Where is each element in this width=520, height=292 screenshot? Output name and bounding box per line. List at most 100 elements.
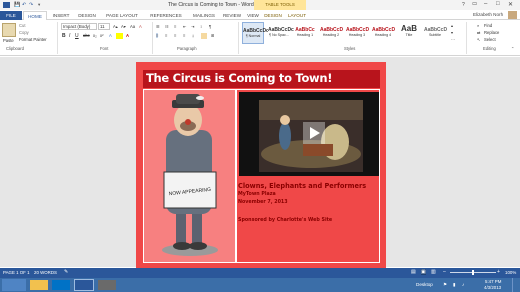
close-icon[interactable]: ✕ xyxy=(508,1,513,8)
shrink-font-icon[interactable]: A▾ xyxy=(121,24,126,29)
find-icon[interactable]: ⌕ xyxy=(477,23,479,28)
word-app-icon[interactable] xyxy=(3,2,10,8)
tab-home[interactable]: HOME xyxy=(23,11,47,20)
network-icon[interactable]: ▮ xyxy=(453,282,456,288)
change-case-icon[interactable]: Aa xyxy=(130,24,135,29)
align-center-icon[interactable]: ≡ xyxy=(165,33,167,38)
tray-flag-icon[interactable]: ⚑ xyxy=(443,282,447,288)
tab-design[interactable]: DESIGN xyxy=(75,11,99,20)
start-button[interactable] xyxy=(2,279,26,291)
line-spacing-icon[interactable]: ↨ xyxy=(192,33,194,38)
maximize-icon[interactable]: □ xyxy=(496,1,500,7)
superscript-icon[interactable]: x² xyxy=(100,33,104,38)
underline-icon[interactable]: U xyxy=(75,33,79,39)
style-subtitle[interactable]: AaBbCcD Subtitle xyxy=(424,22,447,44)
clown-figurine-image[interactable]: NOW APPEARING xyxy=(144,90,237,264)
proofing-icon[interactable]: ✎ xyxy=(64,269,68,275)
clock-time[interactable]: 5:47 PM xyxy=(485,279,501,284)
increase-indent-icon[interactable]: ⇥ xyxy=(191,24,195,29)
undo-icon[interactable]: ↶ xyxy=(22,2,26,8)
page-count[interactable]: PAGE 1 OF 1 xyxy=(3,270,30,275)
help-icon[interactable]: ? xyxy=(462,2,465,8)
zoom-in-icon[interactable]: + xyxy=(497,269,500,275)
bullets-icon[interactable]: ☰ xyxy=(156,24,160,29)
redo-icon[interactable]: ↷ xyxy=(29,2,33,8)
read-mode-icon[interactable]: ▤ xyxy=(411,269,416,275)
grow-font-icon[interactable]: A▴ xyxy=(113,24,118,29)
sort-icon[interactable]: ↕ xyxy=(200,24,202,29)
volume-icon[interactable]: ♪ xyxy=(462,282,464,287)
select-icon[interactable]: ↖ xyxy=(477,37,481,42)
shading-icon[interactable] xyxy=(201,33,207,39)
style-heading-3[interactable]: AaBbCcD Heading 3 xyxy=(346,22,369,44)
show-formatting-icon[interactable]: ¶ xyxy=(209,24,211,29)
font-family-select[interactable]: Impact (Body) xyxy=(61,23,97,30)
borders-icon[interactable]: ⊞ xyxy=(211,33,215,38)
italic-icon[interactable]: I xyxy=(69,33,70,39)
replace-button[interactable]: Replace xyxy=(484,30,499,35)
text-effects-icon[interactable]: A xyxy=(109,33,112,38)
styles-scroll-up-icon[interactable]: ▴ xyxy=(451,23,453,28)
align-left-icon[interactable]: ≡ xyxy=(156,33,159,38)
ribbon-display-icon[interactable]: ▭ xyxy=(472,1,477,7)
bold-icon[interactable]: B xyxy=(62,33,66,39)
word-taskbar-icon[interactable] xyxy=(74,279,94,291)
font-color-icon[interactable]: A xyxy=(126,33,129,38)
style-heading-4[interactable]: AaBbCcD Heading 4 xyxy=(372,22,395,44)
collapse-ribbon-icon[interactable]: ⌃ xyxy=(511,46,515,51)
select-button[interactable]: Select xyxy=(484,37,496,42)
zoom-slider-handle[interactable] xyxy=(472,270,474,275)
minimize-icon[interactable]: – xyxy=(484,1,487,7)
cut-button[interactable]: Cut xyxy=(19,23,26,28)
numbering-icon[interactable]: ☷ xyxy=(165,24,169,29)
clock-date[interactable]: 4/3/2013 xyxy=(484,285,501,290)
strikethrough-icon[interactable]: abc xyxy=(83,33,90,38)
style-heading-1[interactable]: AaBbCc Heading 1 xyxy=(294,22,316,44)
document-page[interactable]: The Circus is Coming to Town! NOW APPEAR… xyxy=(136,62,386,274)
user-name[interactable]: Elizabeth Norh xyxy=(473,12,503,17)
tab-insert[interactable]: INSERT xyxy=(49,11,73,20)
find-button[interactable]: Find xyxy=(484,23,492,28)
web-layout-icon[interactable]: ▥ xyxy=(431,269,436,275)
show-desktop-button[interactable] xyxy=(512,278,520,292)
tab-table-design[interactable]: DESIGN xyxy=(262,11,284,20)
tab-references[interactable]: REFERENCES xyxy=(145,11,187,20)
tab-review[interactable]: REVIEW xyxy=(220,11,244,20)
style-no-spacing[interactable]: AaBbCcDc ¶ No Spac... xyxy=(268,22,294,44)
style-heading-2[interactable]: AaBbCcD Heading 2 xyxy=(320,22,343,44)
outlook-icon[interactable] xyxy=(52,280,70,290)
replace-icon[interactable]: ⇄ xyxy=(477,30,481,35)
quick-access-customize-icon[interactable]: ▾ xyxy=(38,2,40,8)
decrease-indent-icon[interactable]: ⇤ xyxy=(183,24,187,29)
desktop-toolbar[interactable]: Desktop xyxy=(416,282,433,287)
font-size-select[interactable]: 11 xyxy=(98,23,110,30)
video-player[interactable] xyxy=(239,92,379,176)
media-app-icon[interactable] xyxy=(98,280,116,290)
style-title[interactable]: AaB Title xyxy=(398,22,420,44)
print-layout-icon[interactable]: ▣ xyxy=(421,269,426,275)
tab-mailings[interactable]: MAILINGS xyxy=(189,11,219,20)
style-normal[interactable]: AaBbCcDc ¶ Normal xyxy=(242,22,269,44)
file-explorer-icon[interactable] xyxy=(30,280,48,290)
styles-more-icon[interactable]: ⋯ xyxy=(451,37,455,42)
paste-button[interactable]: Paste xyxy=(3,38,14,43)
align-right-icon[interactable]: ≡ xyxy=(174,33,176,38)
styles-scroll-down-icon[interactable]: ▾ xyxy=(451,30,453,35)
tab-table-layout[interactable]: LAYOUT xyxy=(286,11,308,20)
tab-view[interactable]: VIEW xyxy=(244,11,262,20)
word-count[interactable]: 20 WORDS xyxy=(34,270,57,275)
format-painter-button[interactable]: Format Painter xyxy=(19,37,47,42)
copy-button[interactable]: Copy xyxy=(19,30,29,35)
justify-icon[interactable]: ≡ xyxy=(183,33,185,38)
clear-formatting-icon[interactable]: A xyxy=(139,24,142,29)
tab-page-layout[interactable]: PAGE LAYOUT xyxy=(101,11,143,20)
subscript-icon[interactable]: x₂ xyxy=(93,33,97,38)
save-icon[interactable]: 💾 xyxy=(14,2,20,8)
tab-file[interactable]: FILE xyxy=(0,11,22,20)
multilevel-list-icon[interactable]: ≡ xyxy=(174,24,176,29)
zoom-level[interactable]: 100% xyxy=(505,270,516,275)
highlight-color-icon[interactable] xyxy=(116,33,123,39)
paste-icon[interactable] xyxy=(2,23,16,37)
avatar[interactable] xyxy=(508,11,517,19)
zoom-out-icon[interactable]: – xyxy=(443,269,446,275)
